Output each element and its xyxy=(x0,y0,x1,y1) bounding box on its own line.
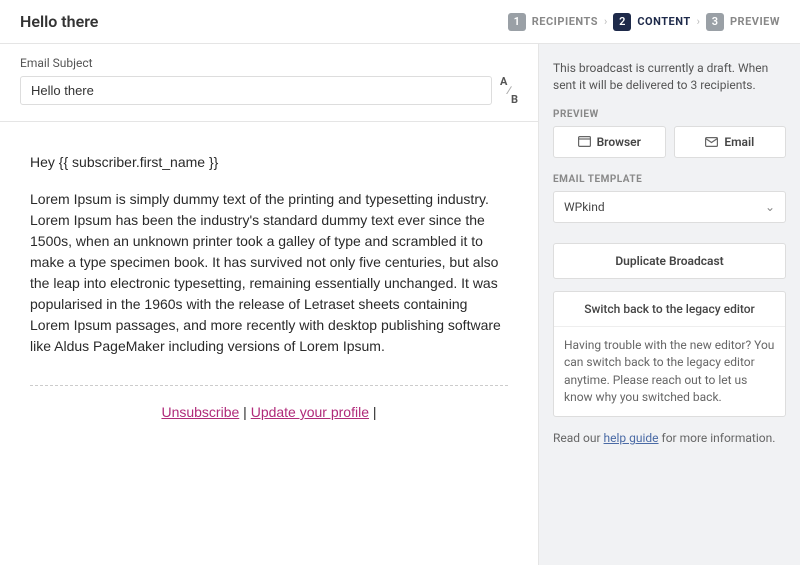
ab-test-toggle[interactable]: A ∕ B xyxy=(500,76,518,105)
step-number: 1 xyxy=(508,13,526,31)
step-number: 2 xyxy=(613,13,631,31)
update-profile-link[interactable]: Update your profile xyxy=(251,404,369,420)
sidebar: This broadcast is currently a draft. Whe… xyxy=(538,44,800,565)
help-guide-link[interactable]: help guide xyxy=(604,431,659,445)
template-select[interactable]: WPkind ⌄ xyxy=(553,191,786,223)
preview-email-button[interactable]: Email xyxy=(674,126,787,158)
step-recipients[interactable]: 1 RECIPIENTS xyxy=(508,13,598,31)
step-label: RECIPIENTS xyxy=(532,15,598,28)
browser-icon xyxy=(578,136,591,147)
main-area: Email Subject A ∕ B Hey {{ subscriber.fi… xyxy=(0,44,800,565)
template-section-label: EMAIL TEMPLATE xyxy=(553,174,786,185)
step-content[interactable]: 2 CONTENT xyxy=(613,13,690,31)
subject-label: Email Subject xyxy=(20,56,518,70)
chevron-right-icon: › xyxy=(697,15,700,28)
greeting-line: Hey {{ subscriber.first_name }} xyxy=(30,152,508,173)
subject-block: Email Subject A ∕ B xyxy=(0,44,538,122)
email-editor[interactable]: Hey {{ subscriber.first_name }} Lorem Ip… xyxy=(0,122,538,565)
preview-section-label: PREVIEW xyxy=(553,109,786,120)
wizard-steps: 1 RECIPIENTS › 2 CONTENT › 3 PREVIEW xyxy=(508,13,780,31)
unsubscribe-link[interactable]: Unsubscribe xyxy=(161,404,239,420)
duplicate-broadcast-button[interactable]: Duplicate Broadcast xyxy=(553,243,786,279)
preview-buttons: Browser Email xyxy=(553,126,786,158)
draft-status-text: This broadcast is currently a draft. Whe… xyxy=(553,60,786,95)
switch-legacy-button[interactable]: Switch back to the legacy editor xyxy=(554,292,785,327)
step-preview[interactable]: 3 PREVIEW xyxy=(706,13,780,31)
chevron-right-icon: › xyxy=(604,15,607,28)
help-text: Read our help guide for more information… xyxy=(553,431,786,445)
header-bar: Hello there 1 RECIPIENTS › 2 CONTENT › 3… xyxy=(0,0,800,44)
step-label: PREVIEW xyxy=(730,15,780,28)
mail-icon xyxy=(705,137,718,147)
subject-row: A ∕ B xyxy=(20,76,518,105)
page-title: Hello there xyxy=(20,12,98,31)
preview-browser-button[interactable]: Browser xyxy=(553,126,666,158)
step-label: CONTENT xyxy=(637,15,690,28)
divider xyxy=(30,385,508,386)
legacy-help-text: Having trouble with the new editor? You … xyxy=(554,327,785,417)
step-number: 3 xyxy=(706,13,724,31)
footer-links: Unsubscribe | Update your profile | xyxy=(30,402,508,423)
template-value: WPkind xyxy=(564,200,605,214)
subject-input[interactable] xyxy=(20,76,492,105)
body-text: Lorem Ipsum is simply dummy text of the … xyxy=(30,189,508,357)
left-column: Email Subject A ∕ B Hey {{ subscriber.fi… xyxy=(0,44,538,565)
chevron-down-icon: ⌄ xyxy=(765,200,775,214)
legacy-editor-box: Switch back to the legacy editor Having … xyxy=(553,291,786,418)
